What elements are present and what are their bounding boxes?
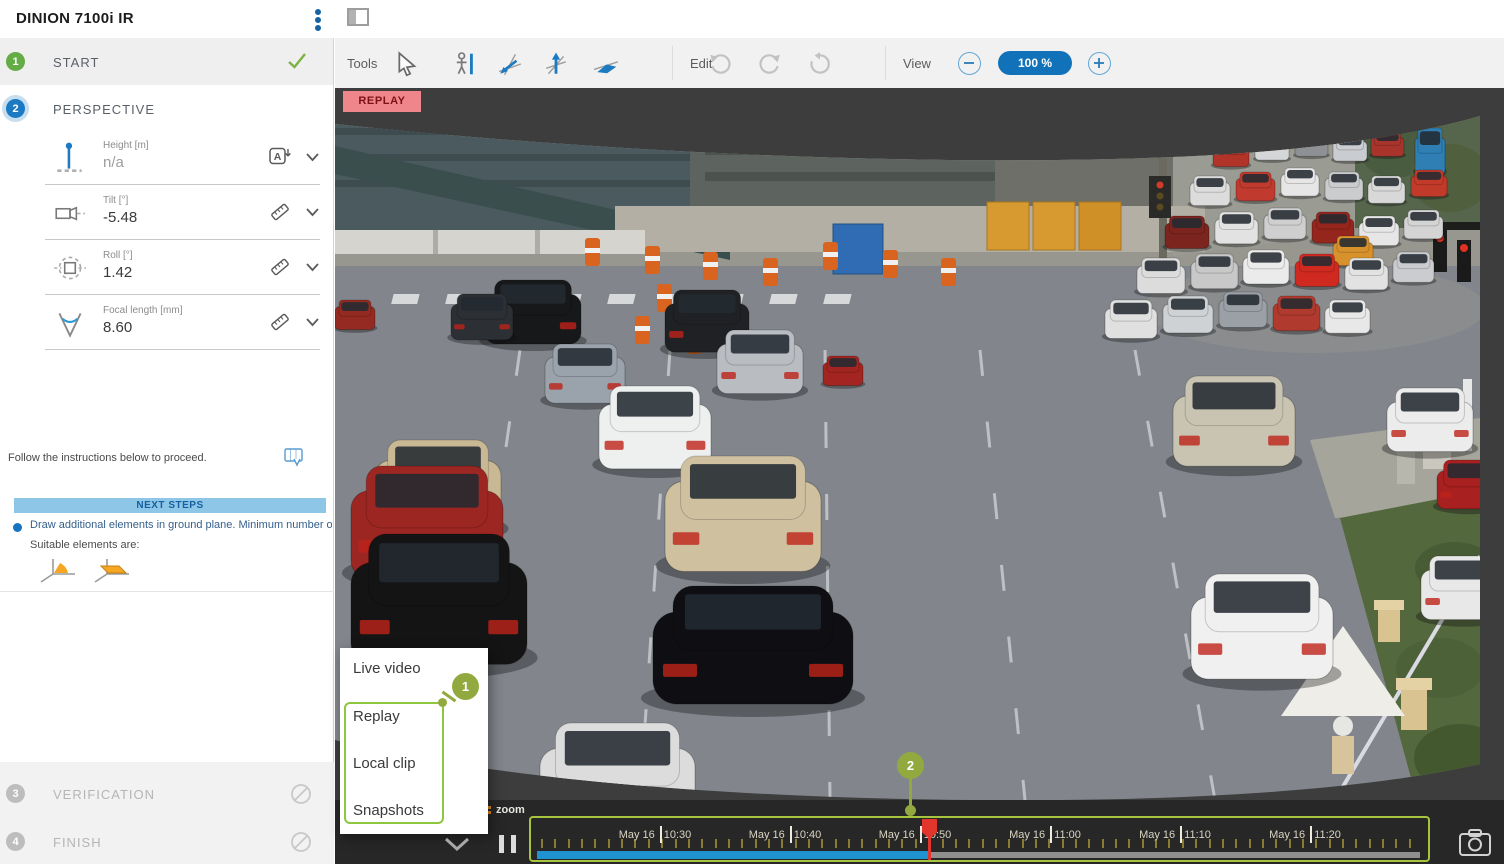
chevron-down-icon[interactable]: [305, 152, 320, 162]
measure-ruler-icon[interactable]: [268, 310, 292, 334]
check-icon: [287, 52, 307, 70]
tilt-icon: [52, 195, 88, 231]
callout-1-highlight-box: [344, 702, 444, 824]
bullet-icon: [13, 523, 22, 532]
person-height-tool-icon[interactable]: [453, 51, 479, 77]
measure-ruler-icon[interactable]: [268, 200, 292, 224]
traffic-video-frame: [335, 88, 1504, 800]
step-number-badge: 2: [6, 99, 25, 118]
timeline-timestamp: May 1610:40: [725, 826, 845, 843]
step-finish[interactable]: 4 FINISH: [0, 818, 334, 864]
next-steps-banner: NEXT STEPS: [14, 498, 326, 513]
redo-icon[interactable]: [757, 51, 783, 77]
focal-length-icon: [52, 305, 88, 341]
blocked-icon: [290, 831, 312, 853]
camera-title: DINION 7100i IR: [16, 10, 134, 27]
timeline-bar: zoom May 1610:30May 1610:40May 1610:50Ma…: [335, 800, 1504, 864]
ground-angle-icon: [38, 556, 78, 584]
video-canvas[interactable]: REPLAY: [335, 88, 1504, 800]
svg-text:A: A: [274, 151, 282, 163]
callout-1-badge: 1: [452, 673, 479, 700]
height-value[interactable]: n/a: [103, 154, 124, 171]
suitable-element-icons: [38, 556, 132, 584]
chevron-down-icon[interactable]: [305, 207, 320, 217]
menu-item-live-video[interactable]: Live video: [353, 660, 421, 677]
toolbar-divider: [672, 46, 673, 80]
step-verification[interactable]: 3 VERIFICATION: [0, 770, 334, 818]
callout-2-badge: 2: [897, 752, 924, 779]
calibration-sidebar: 1 START 2 PERSPECTIVE Height [m] n/a A: [0, 38, 334, 864]
disabled-steps-panel: 3 VERIFICATION 4 FINISH: [0, 762, 334, 864]
menu-collapse-chevron-icon[interactable]: [443, 836, 471, 852]
snapshot-camera-button[interactable]: [1457, 828, 1493, 858]
pause-button[interactable]: [499, 835, 516, 853]
step-number-badge: 4: [6, 832, 25, 851]
blocked-icon: [290, 783, 312, 805]
timeline-timestamp: May 1611:10: [1115, 826, 1235, 843]
tilt-value[interactable]: -5.48: [103, 209, 137, 226]
toolbar-divider: [885, 46, 886, 80]
timeline-timestamp: May 1611:20: [1245, 826, 1365, 843]
callout-2-anchor-dot: [905, 805, 916, 816]
playhead-stem: [928, 835, 931, 860]
callout-2-connector: [909, 779, 912, 807]
title-bar: DINION 7100i IR: [0, 0, 1504, 38]
timeline-timestamp: May 1611:00: [985, 826, 1105, 843]
replay-mode-badge: REPLAY: [343, 91, 421, 112]
focal-length-value[interactable]: 8.60: [103, 319, 132, 336]
chevron-down-icon[interactable]: [305, 317, 320, 327]
tilt-field: Tilt [°] -5.48: [0, 185, 334, 240]
next-step-item: Draw additional elements in ground plane…: [30, 519, 332, 531]
video-toolbar: Tools Edit: [335, 38, 1504, 88]
step-number-badge: 1: [6, 52, 25, 71]
ground-line-tool-icon[interactable]: [497, 51, 523, 77]
height-icon: [52, 140, 88, 176]
recorded-range-bar: [537, 851, 930, 859]
vertical-line-tool-icon[interactable]: [543, 51, 569, 77]
measure-ruler-icon[interactable]: [268, 255, 292, 279]
zoom-out-button[interactable]: [958, 52, 981, 75]
divider: [0, 591, 334, 592]
timeline-timestamp: May 1610:30: [595, 826, 715, 843]
panel-toggle-icon[interactable]: [347, 8, 369, 26]
step-start[interactable]: 1 START: [0, 38, 333, 85]
app-window: DINION 7100i IR 1 START 2 PERSPECTIVE He…: [0, 0, 1504, 864]
timeline-timestamp: May 1610:50: [855, 826, 975, 843]
unplayed-range-bar: [930, 852, 1420, 858]
kebab-menu-icon[interactable]: [311, 7, 325, 33]
roll-icon: [52, 250, 88, 286]
roll-field: Roll [°] 1.42: [0, 240, 334, 295]
height-field: Height [m] n/a A: [0, 130, 334, 185]
instructions-text: Follow the instructions below to proceed…: [8, 452, 207, 464]
focal-length-field: Focal length [mm] 8.60: [0, 295, 334, 350]
view-label: View: [903, 56, 931, 71]
callout-1-anchor-dot: [438, 698, 447, 707]
tools-label: Tools: [347, 56, 377, 71]
suitable-elements-label: Suitable elements are:: [30, 539, 139, 551]
ground-plane-element-icon: [92, 556, 132, 584]
auto-mode-icon[interactable]: A: [268, 145, 292, 169]
reset-icon[interactable]: [807, 51, 833, 77]
zoom-in-button[interactable]: [1088, 52, 1111, 75]
timeline-track[interactable]: May 1610:30 May 1610:40 May 1610:50 May 161…: [529, 816, 1430, 862]
chevron-down-icon[interactable]: [305, 262, 320, 272]
undo-icon[interactable]: [707, 51, 733, 77]
video-source-menu: Live video Replay Local clip Snapshots 1: [340, 648, 488, 834]
map-notes-icon[interactable]: [283, 446, 305, 468]
zoom-level-badge[interactable]: 100 %: [998, 51, 1072, 75]
cursor-tool-icon[interactable]: [395, 51, 421, 77]
ground-plane-tool-icon[interactable]: [593, 51, 619, 77]
step-number-badge: 3: [6, 784, 25, 803]
step-perspective[interactable]: 2 PERSPECTIVE: [0, 91, 333, 125]
roll-value[interactable]: 1.42: [103, 264, 132, 281]
